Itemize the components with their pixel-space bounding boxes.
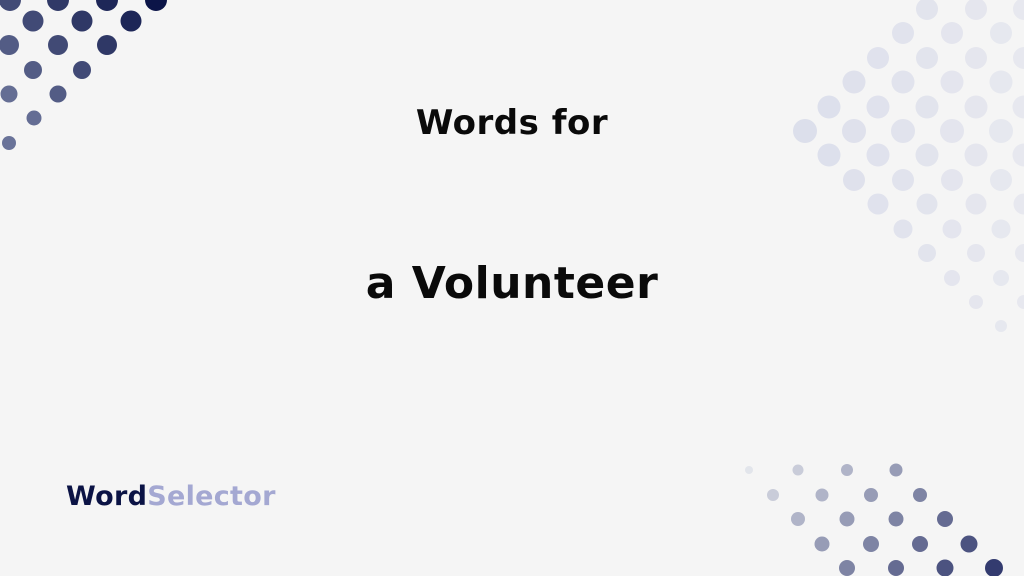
bottom-right-dot xyxy=(937,511,953,527)
top-right-dot xyxy=(965,47,987,69)
bottom-right-dot xyxy=(767,489,779,501)
top-right-dot xyxy=(916,193,938,215)
top-right-dot xyxy=(892,22,914,44)
bottom-right-dot xyxy=(985,559,1003,576)
top-left-dot xyxy=(96,0,118,11)
bottom-right-dot xyxy=(815,488,829,502)
top-left-dot xyxy=(0,85,18,103)
top-left-dot xyxy=(0,35,19,55)
top-left-dot xyxy=(49,85,67,103)
top-left-dot xyxy=(48,35,68,55)
top-right-dot xyxy=(1013,193,1024,215)
wordselector-logo: WordSelector xyxy=(66,481,276,512)
top-right-dot xyxy=(843,169,865,191)
top-right-dot xyxy=(989,70,1013,94)
top-right-dot xyxy=(1013,47,1024,69)
bottom-right-dot xyxy=(841,464,853,476)
top-left-dot xyxy=(120,10,142,32)
top-left-dot xyxy=(71,10,93,32)
logo-selector-part: Selector xyxy=(147,481,276,512)
bottom-right-dot xyxy=(745,466,753,474)
bottom-right-dot xyxy=(863,536,879,552)
bottom-right-dot xyxy=(792,464,804,476)
top-right-dot xyxy=(1012,143,1024,167)
top-right-dot xyxy=(1013,0,1024,20)
top-right-dot xyxy=(866,143,890,167)
top-left-dot xyxy=(73,61,91,79)
top-right-dot xyxy=(941,169,963,191)
bottom-right-dot xyxy=(888,511,904,527)
top-right-dot xyxy=(893,219,913,239)
top-left-dot xyxy=(24,61,42,79)
top-left-dot xyxy=(97,35,117,55)
top-right-dot xyxy=(916,0,938,20)
bottom-right-dot xyxy=(913,488,927,502)
top-right-dot xyxy=(941,22,963,44)
bottom-right-dot xyxy=(889,463,903,477)
top-left-dot xyxy=(145,0,167,11)
logo-word-part: Word xyxy=(66,481,148,512)
top-right-dot xyxy=(965,0,987,20)
top-right-dot xyxy=(915,143,939,167)
bottom-right-dot xyxy=(814,536,830,552)
bottom-right-dot xyxy=(839,560,855,576)
top-right-dot xyxy=(867,47,889,69)
top-right-dot xyxy=(991,219,1011,239)
bottom-right-dot xyxy=(888,560,904,576)
top-right-dot xyxy=(891,70,915,94)
top-right-dot xyxy=(892,169,914,191)
bottom-right-dot xyxy=(791,512,805,526)
top-right-dot xyxy=(867,193,889,215)
bottom-right-dot xyxy=(864,488,878,502)
top-right-dot xyxy=(817,143,841,167)
top-right-dot xyxy=(916,47,938,69)
top-right-dot xyxy=(964,143,988,167)
heading-line-2: a Volunteer xyxy=(365,258,659,309)
top-right-dot xyxy=(965,193,987,215)
bottom-right-dot xyxy=(839,511,855,527)
top-left-dot xyxy=(0,0,21,11)
top-right-dot xyxy=(990,169,1012,191)
top-left-dot xyxy=(22,10,44,32)
top-right-dot xyxy=(990,22,1012,44)
top-right-dot xyxy=(995,320,1007,332)
top-left-dot xyxy=(47,0,69,11)
heading-line-1: Words for xyxy=(415,103,609,143)
bottom-right-dot xyxy=(912,536,928,552)
top-right-dot xyxy=(942,219,962,239)
top-right-dot xyxy=(842,70,866,94)
top-right-dot xyxy=(940,70,964,94)
bottom-right-dot xyxy=(960,535,978,553)
bottom-right-dot xyxy=(936,559,954,576)
